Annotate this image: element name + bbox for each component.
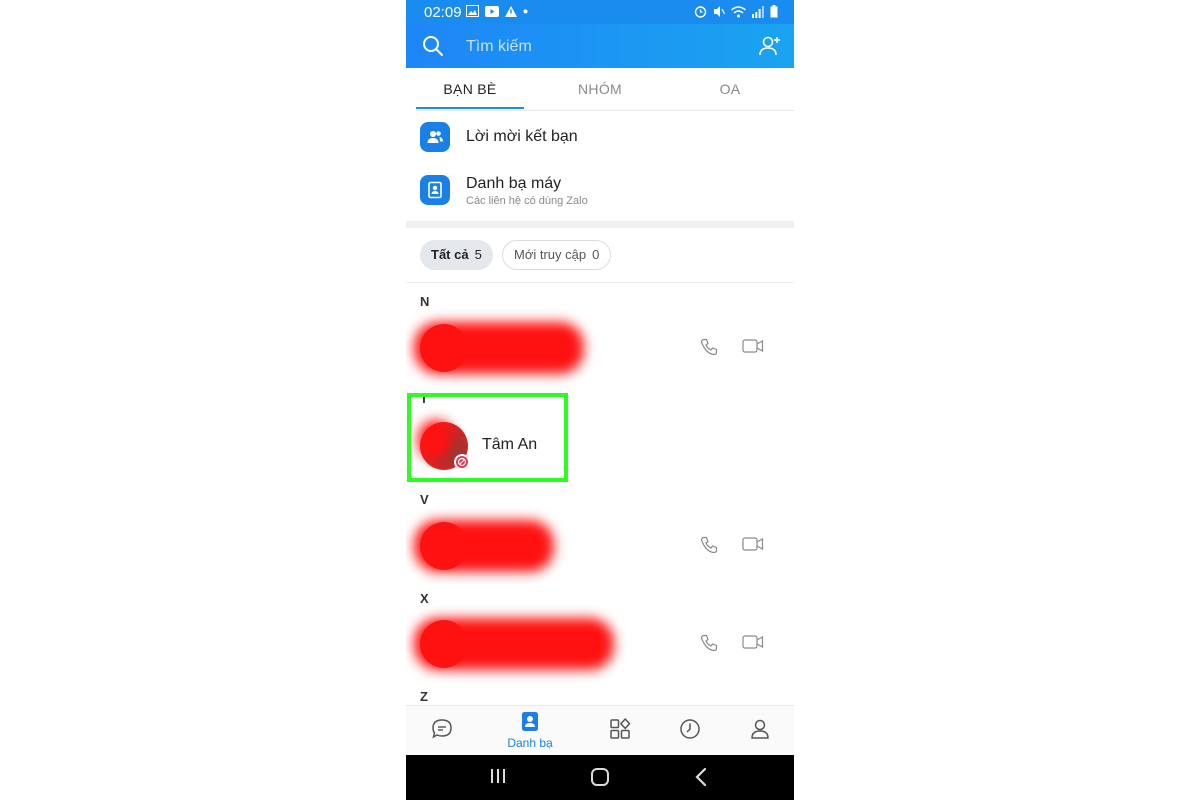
android-navigation-bar [406, 755, 794, 800]
contact-row-redacted-3[interactable] [406, 614, 794, 674]
status-time: 02:09 [424, 4, 462, 21]
filter-recent-count: 0 [592, 247, 600, 262]
search-bar [406, 24, 794, 68]
phonebook-subtitle: Các liên hệ có dùng Zalo [466, 195, 588, 207]
contact-row-redacted-1[interactable] [406, 318, 794, 378]
nav-messages[interactable] [406, 706, 478, 756]
warning-icon [505, 5, 517, 17]
search-input[interactable] [464, 34, 708, 60]
section-letter-z: Z [420, 689, 428, 704]
nav-profile[interactable] [724, 706, 794, 756]
friends-icon [420, 122, 450, 152]
phonebook-label: Danh bạ máy [466, 175, 562, 192]
friend-requests-label: Lời mời kết bạn [466, 128, 578, 145]
phonebook-item[interactable]: Danh bạ máy Các liên hệ có dùng Zalo [406, 160, 794, 207]
status-bar: 02:09 [406, 0, 794, 24]
bottom-navigation: Danh bạ [406, 705, 794, 756]
apps-icon [610, 718, 631, 739]
redacted-name [414, 322, 584, 374]
alarm-icon [694, 6, 707, 18]
filter-all-count: 5 [474, 247, 482, 262]
nav-contacts[interactable]: Danh bạ [494, 706, 566, 756]
active-tab-indicator [416, 107, 524, 109]
tab-friends[interactable]: BẠN BÈ [416, 68, 524, 108]
chat-icon [432, 719, 452, 739]
call-icon[interactable] [700, 536, 718, 554]
add-friend-icon[interactable] [758, 34, 782, 58]
search-icon[interactable] [422, 35, 444, 57]
section-separator [406, 221, 794, 228]
signal-icon [752, 5, 764, 18]
section-letter-x: X [420, 591, 429, 606]
youtube-icon [485, 5, 499, 17]
recent-apps-icon[interactable] [490, 767, 506, 785]
video-call-icon[interactable] [742, 338, 764, 354]
call-icon[interactable] [700, 634, 718, 652]
tab-oa[interactable]: OA [676, 68, 784, 108]
nav-contacts-label: Danh bạ [507, 736, 553, 750]
tab-groups[interactable]: NHÓM [546, 68, 654, 108]
system-icons [694, 5, 778, 18]
phone-screen: 02:09 BẠN BÈ NHÓM [406, 0, 794, 800]
home-icon[interactable] [590, 767, 610, 787]
redacted-name [414, 520, 554, 572]
highlight-box [407, 393, 568, 482]
filter-all-label: Tất cả [431, 247, 469, 262]
mute-icon [714, 6, 725, 17]
back-icon[interactable] [694, 767, 708, 787]
nav-timeline[interactable] [654, 706, 726, 756]
contacts-icon [522, 712, 538, 731]
gallery-icon [466, 5, 479, 17]
section-letter-v: V [420, 492, 429, 507]
battery-icon [770, 5, 778, 18]
call-icon[interactable] [700, 338, 718, 356]
video-call-icon[interactable] [742, 536, 764, 552]
friend-requests-item[interactable]: Lời mời kết bạn [406, 114, 794, 160]
contacts-tabs: BẠN BÈ NHÓM OA [416, 68, 794, 111]
dot-icon [523, 9, 528, 13]
list-divider [406, 282, 794, 283]
filter-all-chip[interactable]: Tất cả 5 [420, 240, 493, 270]
user-icon [751, 719, 769, 739]
notification-icons [466, 5, 528, 17]
filter-recent-label: Mới truy cập [514, 247, 587, 262]
section-letter-n: N [420, 294, 430, 309]
phonebook-icon [420, 175, 450, 205]
nav-discover[interactable] [584, 706, 656, 756]
filter-recent-chip[interactable]: Mới truy cập 0 [502, 240, 612, 270]
clock-icon [680, 719, 700, 739]
wifi-icon [731, 5, 746, 17]
contact-row-redacted-2[interactable] [406, 516, 794, 576]
video-call-icon[interactable] [742, 634, 764, 650]
redacted-name [414, 618, 614, 670]
